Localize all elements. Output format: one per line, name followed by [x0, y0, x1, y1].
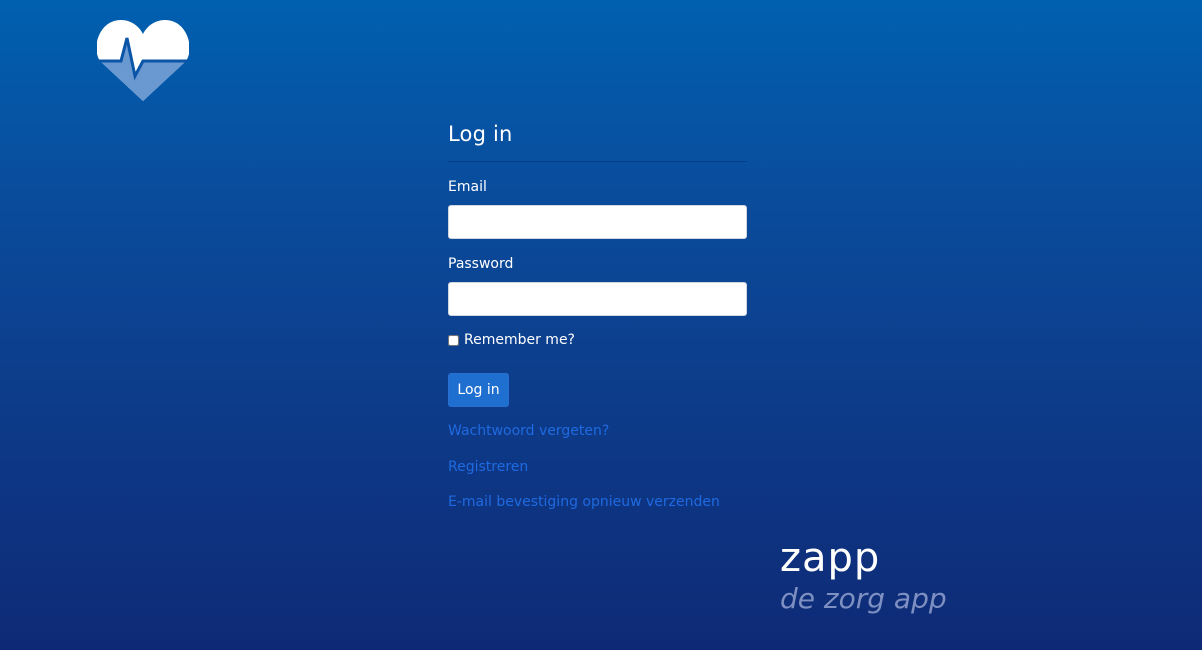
- brand-wordmark: zapp de zorg app: [780, 535, 947, 615]
- resend-confirmation-link[interactable]: E-mail bevestiging opnieuw verzenden: [448, 494, 720, 510]
- title-divider: [448, 161, 747, 162]
- remember-me-checkbox[interactable]: [448, 334, 459, 346]
- page-title: Log in: [448, 122, 513, 146]
- brand-tagline: de zorg app: [780, 582, 947, 615]
- password-field[interactable]: [448, 282, 747, 316]
- remember-me-label: Remember me?: [464, 332, 575, 348]
- remember-me-row: Remember me?: [448, 332, 575, 348]
- forgot-password-link[interactable]: Wachtwoord vergeten?: [448, 423, 609, 439]
- login-button[interactable]: Log in: [448, 373, 509, 407]
- heart-pulse-icon: [96, 18, 190, 102]
- password-label: Password: [448, 256, 514, 272]
- email-field[interactable]: [448, 205, 747, 239]
- brand-name: zapp: [780, 535, 881, 581]
- email-label: Email: [448, 179, 487, 195]
- register-link[interactable]: Registreren: [448, 459, 528, 475]
